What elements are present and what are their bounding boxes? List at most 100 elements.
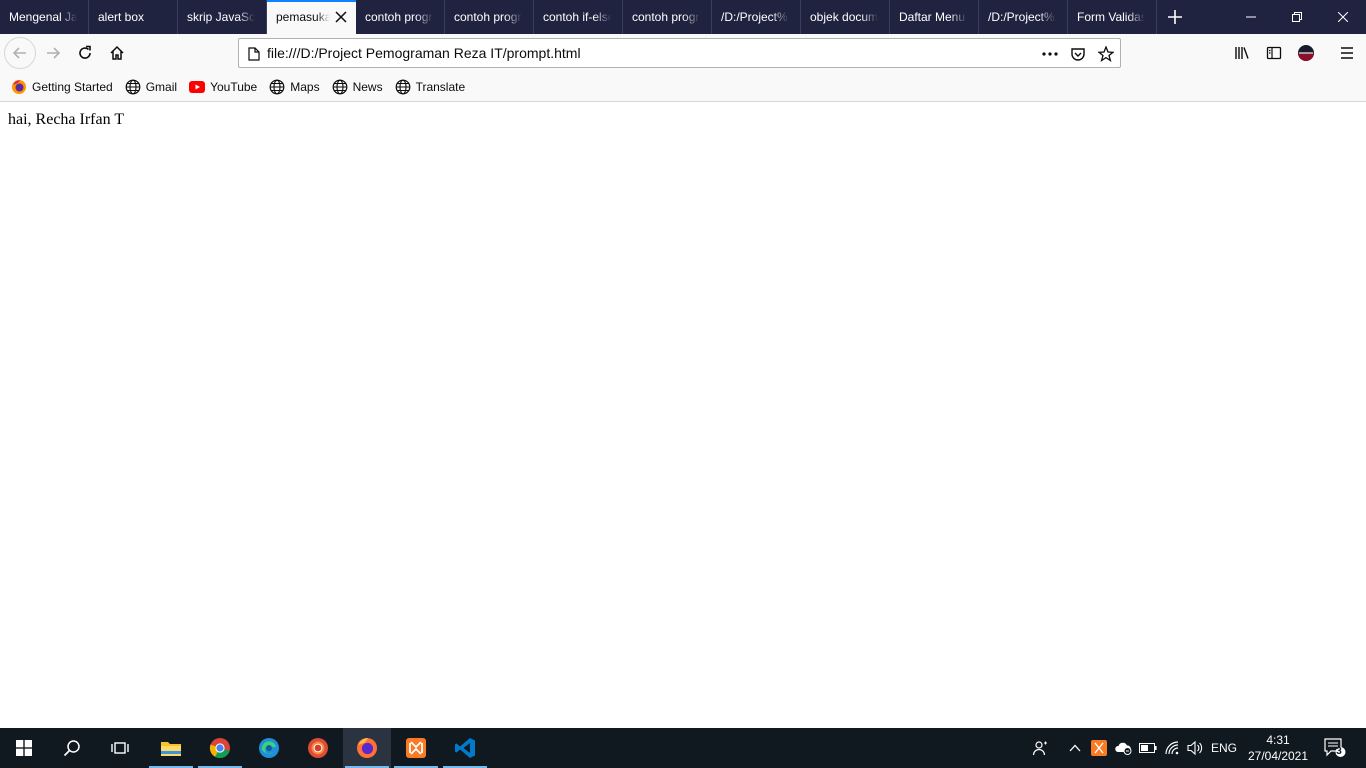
start-button[interactable] [0, 728, 48, 768]
plus-icon [1168, 10, 1182, 24]
taskbar-vscode[interactable] [441, 728, 489, 768]
globe-icon [395, 79, 411, 95]
home-button[interactable] [101, 37, 133, 69]
tab[interactable]: Mengenal JavaScript [0, 0, 89, 34]
taskbar-firefox[interactable] [343, 728, 391, 768]
clock[interactable]: 4:31 27/04/2021 [1240, 732, 1316, 764]
onedrive-button[interactable] [1112, 728, 1134, 768]
restore-button[interactable] [1274, 0, 1320, 34]
arrow-left-icon [12, 47, 26, 59]
taskbar-chrome-canary[interactable] [294, 728, 342, 768]
network-button[interactable] [1161, 728, 1183, 768]
tab[interactable]: Daftar Menu [890, 0, 979, 34]
tab-label: skrip JavaScript [187, 10, 255, 24]
tab-label: Form Validasi [1077, 10, 1145, 24]
notification-count: 3 [1336, 746, 1342, 757]
search-button[interactable] [48, 728, 96, 768]
bookmark-star-icon[interactable] [1097, 45, 1115, 63]
globe-icon [125, 79, 141, 95]
bookmark-label: News [352, 79, 383, 94]
xampp-tray-icon [1091, 740, 1107, 756]
tab-active[interactable]: pemasukan [267, 0, 356, 34]
clock-date: 27/04/2021 [1247, 749, 1309, 763]
forward-button[interactable] [37, 37, 69, 69]
task-view-button[interactable] [96, 728, 144, 768]
account-button[interactable] [1290, 37, 1322, 69]
taskbar-file-explorer[interactable] [147, 728, 195, 768]
firefox-icon [357, 738, 377, 758]
tab-label: contoh if-else [543, 10, 611, 24]
reload-button[interactable] [69, 37, 101, 69]
close-icon [1338, 12, 1348, 22]
tab[interactable]: Form Validasi [1068, 0, 1157, 34]
action-center-button[interactable]: 3 [1320, 728, 1350, 768]
new-tab-button[interactable] [1158, 0, 1192, 34]
sidebar-icon [1266, 46, 1282, 60]
restore-icon [1292, 12, 1302, 22]
tab[interactable]: contoh program [623, 0, 712, 34]
tab-label: /D:/Project%20 [721, 10, 789, 24]
tab[interactable]: contoh if-else [534, 0, 623, 34]
bookmark-gmail[interactable]: Gmail [125, 75, 181, 99]
wifi-icon [1165, 741, 1179, 755]
library-button[interactable] [1226, 37, 1258, 69]
page-actions-icon[interactable] [1041, 45, 1059, 63]
tab-label: /D:/Project%20 [988, 10, 1056, 24]
bookmark-youtube[interactable]: YouTube [189, 75, 261, 99]
tab[interactable]: skrip JavaScript [178, 0, 267, 34]
people-icon [1032, 741, 1047, 756]
minimize-button[interactable] [1228, 0, 1274, 34]
bookmark-getting-started[interactable]: Getting Started [11, 75, 117, 99]
back-button[interactable] [4, 37, 36, 69]
bookmarks-toolbar: Getting Started Gmail YouTube Maps News … [0, 72, 1366, 102]
firefox-icon [11, 79, 27, 95]
xampp-icon [406, 738, 426, 758]
navigation-toolbar: file:///D:/Project Pemograman Reza IT/pr… [0, 34, 1366, 72]
volume-button[interactable] [1185, 728, 1207, 768]
task-view-icon [111, 742, 129, 754]
tab-label: contoh program [632, 10, 700, 24]
menu-button[interactable] [1331, 37, 1363, 69]
battery-icon [1139, 743, 1157, 753]
address-bar[interactable]: file:///D:/Project Pemograman Reza IT/pr… [238, 38, 1121, 68]
page-content: hai, Recha Irfan T [0, 102, 1366, 728]
sidebar-button[interactable] [1258, 37, 1290, 69]
taskbar-edge[interactable] [245, 728, 293, 768]
chrome-canary-icon [308, 738, 328, 758]
show-hidden-icons-button[interactable] [1064, 728, 1086, 768]
page-text: hai, Recha Irfan T [8, 111, 125, 128]
tab[interactable]: /D:/Project%20 [979, 0, 1068, 34]
bookmark-label: Gmail [145, 79, 178, 94]
tab-label: objek document [810, 10, 878, 24]
tray-app-button[interactable] [1089, 728, 1109, 768]
tab[interactable]: contoh program [356, 0, 445, 34]
url-text[interactable]: file:///D:/Project Pemograman Reza IT/pr… [267, 39, 581, 67]
tab[interactable]: objek document [801, 0, 890, 34]
page-icon [245, 45, 263, 63]
close-tab-icon[interactable] [335, 0, 347, 34]
library-icon [1235, 47, 1249, 59]
bookmark-translate[interactable]: Translate [395, 75, 470, 99]
tab[interactable]: alert box [89, 0, 178, 34]
taskbar-chrome[interactable] [196, 728, 244, 768]
tab-label: Daftar Menu [899, 10, 966, 24]
close-window-button[interactable] [1320, 0, 1366, 34]
tab[interactable]: /D:/Project%20 [712, 0, 801, 34]
avatar-icon [1298, 45, 1314, 61]
taskbar-xampp[interactable] [392, 728, 440, 768]
tab[interactable]: contoh program [445, 0, 534, 34]
windows-start-icon [16, 740, 32, 756]
tab-label: pemasukan [276, 10, 330, 24]
language-indicator[interactable]: ENG [1210, 728, 1238, 768]
bookmark-label: Maps [290, 79, 320, 94]
bookmark-label: Getting Started [32, 79, 113, 94]
speaker-icon [1187, 740, 1203, 756]
clock-time: 4:31 [1266, 733, 1290, 747]
bookmark-maps[interactable]: Maps [269, 75, 323, 99]
pocket-icon[interactable] [1069, 45, 1087, 63]
bookmark-news[interactable]: News [332, 75, 387, 99]
tab-label: Mengenal JavaScript [9, 10, 77, 24]
people-button[interactable] [1028, 728, 1052, 768]
battery-button[interactable] [1137, 728, 1159, 768]
edge-icon [259, 738, 279, 758]
